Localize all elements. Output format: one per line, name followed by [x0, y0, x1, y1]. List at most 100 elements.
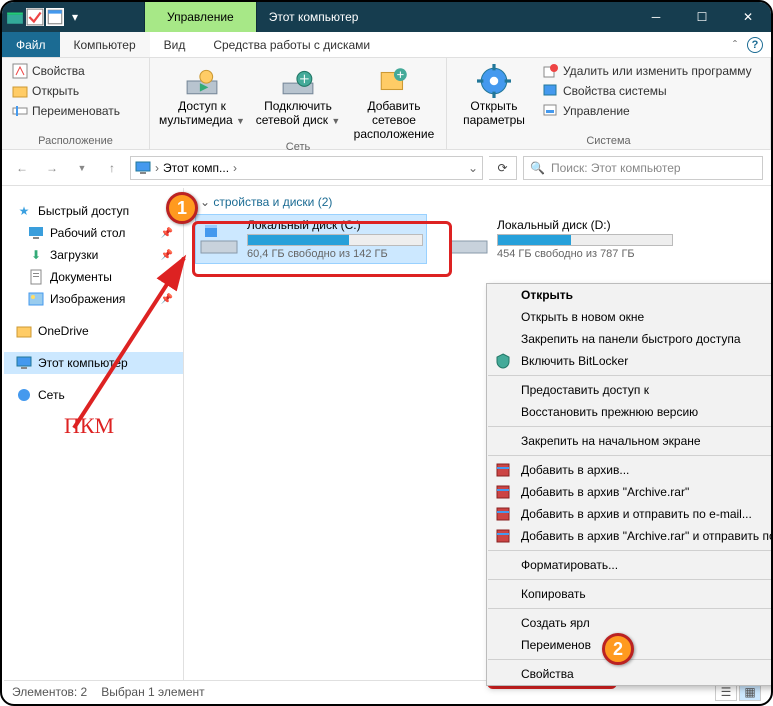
sysprops-icon: [543, 83, 559, 99]
ribbon-add-netloc[interactable]: Добавить сетевое расположение: [350, 62, 438, 141]
address-bar[interactable]: › Этот комп... › ⌄: [130, 156, 483, 180]
ctx-bitlocker[interactable]: Включить BitLocker: [487, 350, 773, 372]
context-menu: Открыть Открыть в новом окне Закрепить н…: [486, 283, 773, 686]
rar-icon: [495, 528, 511, 544]
ribbon-properties-label: Свойства: [32, 64, 85, 78]
ctx-add-archive[interactable]: Добавить в архив...: [487, 459, 773, 481]
uninstall-icon: [543, 63, 559, 79]
annotation-arrow: [54, 218, 214, 438]
pc-icon: [135, 160, 151, 176]
hdd-icon: [449, 221, 489, 257]
open-icon: [12, 83, 28, 99]
collapse-ribbon-icon[interactable]: ˆ: [733, 38, 737, 52]
bitlocker-icon: [495, 353, 511, 369]
help-icon[interactable]: ?: [747, 37, 763, 53]
maximize-button[interactable]: ☐: [679, 2, 725, 32]
qa-props-icon[interactable]: [46, 8, 64, 26]
section-devices[interactable]: ⌄ стройства и диски (2): [184, 188, 769, 215]
rename-icon: [12, 103, 28, 119]
drive-d-bar: [497, 234, 673, 246]
annotation-callout-2: 2: [602, 633, 634, 665]
app-icon: [6, 8, 24, 26]
sidebar-quick-label: Быстрый доступ: [38, 204, 129, 218]
section-label: стройства и диски (2): [213, 195, 332, 209]
ribbon-map-drive[interactable]: Подключить сетевой диск ▼: [254, 62, 342, 128]
ctx-open[interactable]: Открыть: [487, 284, 773, 306]
drive-d[interactable]: Локальный диск (D:) 454 ГБ свободно из 7…: [446, 215, 676, 263]
ribbon-properties[interactable]: Свойства: [10, 62, 122, 80]
ribbon-group-location: Расположение: [2, 135, 149, 149]
nav-recent-icon[interactable]: ▼: [70, 156, 94, 180]
drive-c-name: Локальный диск (C:): [247, 218, 423, 232]
ribbon-media-label: Доступ к мультимедиа: [159, 99, 233, 127]
drive-c-bar: [247, 234, 423, 246]
documents-icon: [28, 269, 44, 285]
ctx-pin-quick[interactable]: Закрепить на панели быстрого доступа: [487, 328, 773, 350]
ctx-copy[interactable]: Копировать: [487, 583, 773, 605]
ribbon-rename[interactable]: Переименовать: [10, 102, 122, 120]
minimize-button[interactable]: ─: [633, 2, 679, 32]
ctx-properties[interactable]: Свойства: [487, 663, 773, 685]
onedrive-icon: [16, 323, 32, 339]
star-icon: ★: [16, 203, 32, 219]
ctx-archive-email[interactable]: Добавить в архив и отправить по e-mail..…: [487, 503, 773, 525]
manage-icon: [543, 103, 559, 119]
search-box[interactable]: 🔍 Поиск: Этот компьютер: [523, 156, 763, 180]
menu-bar: Файл Компьютер Вид Средства работы с дис…: [2, 32, 771, 58]
ctx-archive-rar-email[interactable]: Добавить в архив "Archive.rar" и отправи…: [487, 525, 773, 547]
ribbon-manage-label: Управление: [563, 104, 630, 118]
ribbon-media-access[interactable]: Доступ к мультимедиа ▼: [158, 62, 246, 128]
ribbon-group-network: Сеть: [150, 141, 446, 155]
ctx-format[interactable]: Форматировать...: [487, 554, 773, 576]
explorer-window: ▾ Управление Этот компьютер ─ ☐ ✕ Файл К…: [0, 0, 773, 706]
breadcrumb[interactable]: Этот комп...: [163, 161, 229, 175]
menu-disk-tools[interactable]: Средства работы с дисками: [199, 32, 384, 57]
ctx-add-archive-rar[interactable]: Добавить в архив "Archive.rar": [487, 481, 773, 503]
address-dropdown-icon[interactable]: ⌄: [468, 161, 478, 175]
add-netloc-icon: [377, 64, 411, 98]
ribbon-uninstall[interactable]: Удалить или изменить программу: [541, 62, 754, 80]
ctx-pin-start[interactable]: Закрепить на начальном экране: [487, 430, 773, 452]
ctx-grant-access[interactable]: Предоставить доступ к▸: [487, 379, 773, 401]
ribbon-manage[interactable]: Управление: [541, 102, 754, 120]
drive-c-free: 60,4 ГБ свободно из 142 ГБ: [247, 248, 423, 260]
close-button[interactable]: ✕: [725, 2, 771, 32]
nav-forward-icon[interactable]: →: [40, 156, 64, 180]
ctx-restore[interactable]: Восстановить прежнюю версию: [487, 401, 773, 423]
qa-dropdown-icon[interactable]: ▾: [66, 8, 84, 26]
ctx-open-new[interactable]: Открыть в новом окне: [487, 306, 773, 328]
menu-view[interactable]: Вид: [150, 32, 200, 57]
menu-file[interactable]: Файл: [2, 32, 60, 57]
drive-c[interactable]: Локальный диск (C:) 60,4 ГБ свободно из …: [196, 215, 426, 263]
map-drive-icon: [281, 64, 315, 98]
network-icon: [16, 387, 32, 403]
ribbon-addloc-label: Добавить сетевое расположение: [350, 100, 438, 141]
downloads-icon: ⬇: [28, 247, 44, 263]
ctx-create-shortcut[interactable]: Создать ярл: [487, 612, 773, 634]
ribbon-sysprops-label: Свойства системы: [563, 84, 667, 98]
ribbon-open-settings[interactable]: Открыть параметры: [455, 62, 533, 128]
annotation-callout-1: 1: [166, 192, 198, 224]
titlebar: ▾ Управление Этот компьютер ─ ☐ ✕: [2, 2, 771, 32]
desktop-icon: [28, 225, 44, 241]
nav-back-icon[interactable]: ←: [10, 156, 34, 180]
status-count: Элементов: 2: [12, 685, 87, 699]
status-selected: Выбран 1 элемент: [101, 685, 204, 699]
drive-d-free: 454 ГБ свободно из 787 ГБ: [497, 248, 673, 260]
settings-icon: [477, 64, 511, 98]
ribbon-rename-label: Переименовать: [32, 104, 120, 118]
rar-icon: [495, 462, 511, 478]
nav-up-icon[interactable]: ↑: [100, 156, 124, 180]
ribbon-open-label: Открыть: [32, 84, 79, 98]
properties-icon: [12, 63, 28, 79]
ribbon-sysprops[interactable]: Свойства системы: [541, 82, 754, 100]
ribbon-open[interactable]: Открыть: [10, 82, 122, 100]
refresh-button[interactable]: ⟳: [489, 156, 517, 180]
qa-checkbox-icon[interactable]: [26, 8, 44, 26]
titlebar-tab-manage[interactable]: Управление: [144, 2, 257, 32]
menu-computer[interactable]: Компьютер: [60, 32, 150, 57]
ribbon-group-system: Система: [447, 135, 770, 149]
search-icon: 🔍: [530, 161, 545, 175]
ribbon-mapdrive-label: Подключить сетевой диск: [256, 99, 332, 127]
ribbon-uninstall-label: Удалить или изменить программу: [563, 64, 752, 78]
